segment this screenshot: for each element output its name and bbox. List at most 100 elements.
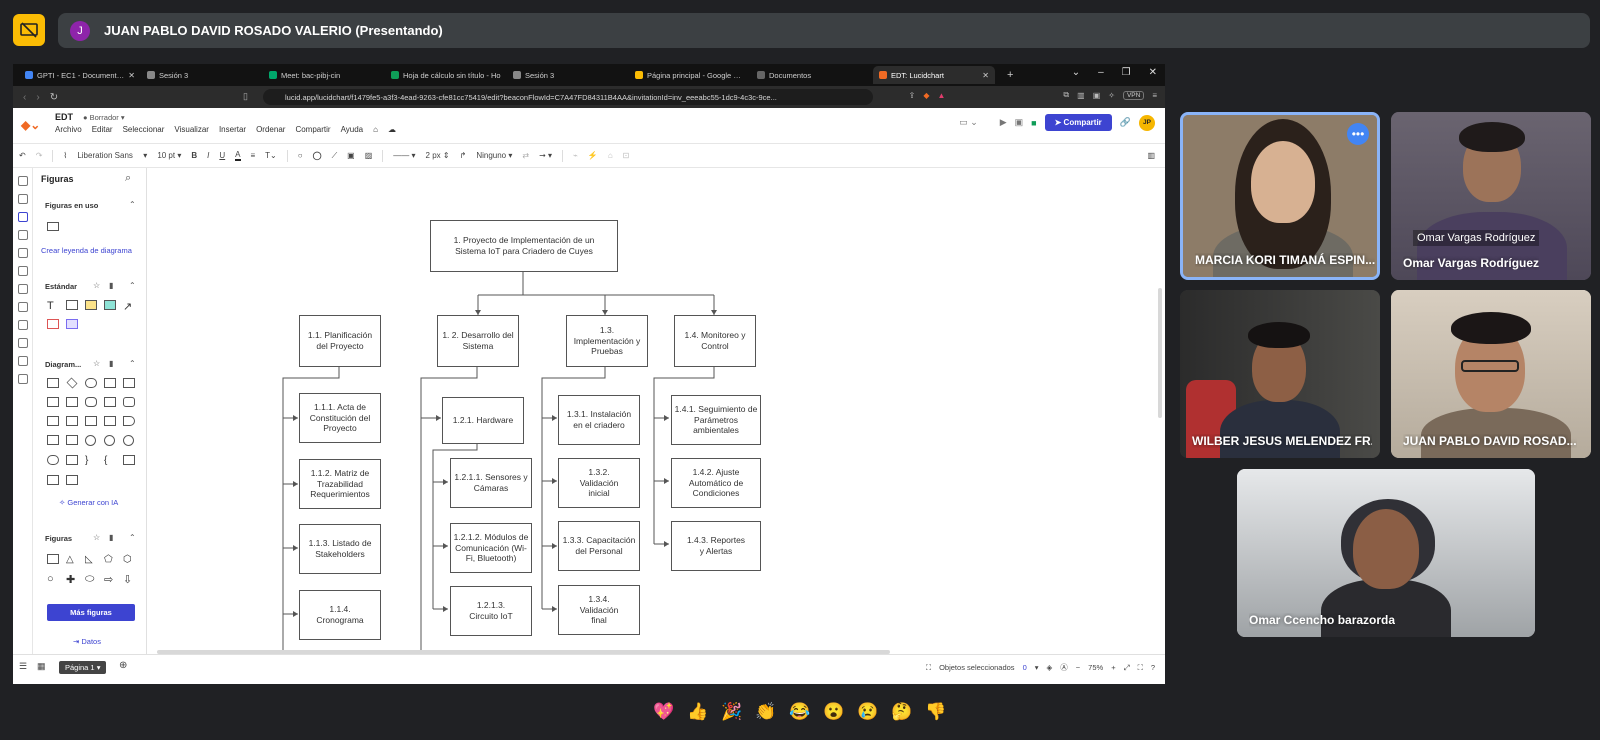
data-icon[interactable] bbox=[18, 266, 28, 276]
hexagon-icon[interactable]: ⬡ bbox=[123, 554, 136, 565]
minimize-icon[interactable]: – bbox=[1098, 67, 1104, 78]
stop-presenting-icon[interactable] bbox=[13, 14, 45, 46]
more-icon[interactable]: ⊡ bbox=[623, 151, 630, 160]
display-shape[interactable] bbox=[47, 455, 59, 465]
images-icon[interactable] bbox=[18, 248, 28, 258]
terminator-shape[interactable] bbox=[85, 378, 97, 388]
menu-seleccionar[interactable]: Seleccionar bbox=[123, 125, 165, 134]
brave-shield-icon[interactable]: ◆ bbox=[923, 91, 929, 100]
back-icon[interactable]: ‹ bbox=[23, 92, 26, 103]
browser-tab-active[interactable]: EDT: Lucidchart ✕ bbox=[873, 66, 995, 84]
line-style-select[interactable]: —— ▾ bbox=[393, 151, 415, 160]
wbs-node-1-2[interactable]: 1. 2. Desarrollo del Sistema bbox=[437, 315, 519, 367]
history-icon[interactable] bbox=[18, 356, 28, 366]
cross-icon[interactable]: ✚ bbox=[66, 573, 79, 586]
zoom-level[interactable]: 75% bbox=[1088, 663, 1103, 672]
annotation-shape[interactable]: { bbox=[104, 455, 117, 466]
menu-icon[interactable]: ≡ bbox=[1152, 91, 1157, 100]
wbs-node-1-1[interactable]: 1.1. Planificación del Proyecto bbox=[299, 315, 381, 367]
help-zoom-icon[interactable]: Ⓐ bbox=[1060, 662, 1068, 673]
participant-tile[interactable]: ••• MARCIA KORI TIMANÁ ESPIN... bbox=[1180, 112, 1380, 280]
browser-tab[interactable]: Hoja de cálculo sin título - Ho bbox=[385, 66, 507, 84]
generate-ai-link[interactable]: ✧ Generar con IA bbox=[59, 498, 118, 507]
close-tab-icon[interactable]: ✕ bbox=[128, 71, 135, 80]
stored-data-shape[interactable] bbox=[47, 416, 59, 426]
reaction-sad[interactable]: 😢 bbox=[856, 700, 880, 724]
square-shape[interactable] bbox=[47, 554, 59, 564]
connector-style-icon[interactable]: ↱ bbox=[460, 151, 467, 160]
wbs-node-1-4[interactable]: 1.4. Monitoreo y Control bbox=[674, 315, 756, 367]
list-view-icon[interactable]: ☰ bbox=[19, 661, 27, 672]
card-shape[interactable] bbox=[123, 455, 135, 465]
text-color-icon[interactable]: A bbox=[235, 150, 241, 161]
document-title[interactable]: EDT bbox=[55, 112, 73, 122]
star-icon[interactable]: ☆ bbox=[93, 359, 100, 368]
fill-color-icon[interactable]: ○ bbox=[298, 151, 303, 160]
browser-tab[interactable]: Documentos bbox=[751, 66, 873, 84]
manual-input-shape[interactable] bbox=[66, 397, 78, 407]
fullscreen-icon[interactable]: ⛶ bbox=[1138, 663, 1143, 673]
chevron-down-icon[interactable]: ▾ bbox=[1035, 663, 1039, 672]
wallet-icon[interactable]: ▣ bbox=[1093, 91, 1101, 100]
video-icon[interactable]: ▣ bbox=[1015, 117, 1024, 128]
menu-ayuda[interactable]: Ayuda bbox=[341, 125, 364, 134]
help-icon[interactable]: ? bbox=[1151, 663, 1155, 672]
close-window-icon[interactable]: ✕ bbox=[1149, 67, 1157, 78]
page-tab[interactable]: Página 1 ▾ bbox=[59, 661, 107, 674]
lock-icon[interactable]: ⌂ bbox=[608, 151, 613, 160]
font-family-select[interactable]: Liberation Sans ▾ bbox=[77, 151, 147, 160]
code-icon[interactable] bbox=[18, 320, 28, 330]
vertical-scrollbar[interactable] bbox=[1158, 288, 1162, 418]
trapezoid-shape[interactable] bbox=[104, 416, 116, 426]
comments-icon[interactable]: ▭ ⌄ bbox=[959, 117, 978, 128]
parallelogram-shape[interactable] bbox=[104, 397, 116, 407]
reaction-thumbs-up[interactable]: 👍 bbox=[686, 700, 710, 724]
chevron-up-icon[interactable]: ⌃ bbox=[129, 359, 136, 368]
gift-icon[interactable]: ⌂ bbox=[373, 125, 378, 134]
document-status[interactable]: ● Borrador ▾ bbox=[83, 113, 125, 122]
circle-icon[interactable]: ○ bbox=[47, 573, 60, 586]
chevron-up-icon[interactable]: ⌃ bbox=[129, 533, 136, 542]
wbs-node-1-1-1[interactable]: 1.1.1. Acta de Constitución del Proyecto bbox=[299, 393, 381, 443]
maximize-icon[interactable]: ❐ bbox=[1122, 67, 1131, 78]
circle-shape[interactable] bbox=[85, 435, 96, 446]
arrow-start-select[interactable]: Ninguno ▾ bbox=[476, 151, 512, 160]
underline-icon[interactable]: U bbox=[219, 151, 225, 160]
reaction-party[interactable]: 🎉 bbox=[720, 700, 744, 724]
ellipse-icon[interactable]: ⬭ bbox=[85, 573, 98, 586]
link-icon[interactable]: 🔗 bbox=[1120, 117, 1131, 128]
reaction-thinking[interactable]: 🤔 bbox=[890, 700, 914, 724]
link-tool-icon[interactable]: ⌁ bbox=[573, 151, 578, 160]
ai-icon[interactable] bbox=[18, 338, 28, 348]
wbs-node-1-1-2[interactable]: 1.1.2. Matriz de Trazabilidad Requerimie… bbox=[299, 459, 381, 509]
present-icon[interactable]: ▶ bbox=[1000, 117, 1007, 128]
reaction-laugh[interactable]: 😂 bbox=[788, 700, 812, 724]
wbs-node-1-3-4[interactable]: 1.3.4. Validación final bbox=[558, 585, 640, 635]
line-width-select[interactable]: 2 px ⇕ bbox=[426, 151, 450, 160]
vpn-button[interactable]: VPN bbox=[1122, 90, 1145, 100]
recent-shape-rect[interactable] bbox=[47, 222, 59, 231]
wbs-node-1-2-1-2[interactable]: 1.2.1.2. Módulos de Comunicación (Wi-Fi,… bbox=[450, 523, 532, 573]
url-field[interactable]: lucid.app/lucidchart/f1479fe5-a3f3-4ead-… bbox=[263, 89, 873, 105]
list-shape[interactable] bbox=[47, 319, 59, 329]
or-shape[interactable] bbox=[104, 435, 115, 446]
wbs-node-1-3[interactable]: 1.3. Implementación y Pruebas bbox=[566, 315, 648, 367]
search-shapes-icon[interactable] bbox=[18, 374, 28, 384]
italic-icon[interactable]: I bbox=[207, 151, 209, 160]
data-shape[interactable] bbox=[47, 397, 59, 407]
browser-tab[interactable]: Página principal - Google Driv bbox=[629, 66, 751, 84]
diagram-canvas[interactable]: 1. Proyecto de Implementación de un Sist… bbox=[147, 168, 1165, 654]
zoom-in-icon[interactable]: + bbox=[1111, 663, 1115, 672]
off-page-shape[interactable] bbox=[66, 455, 78, 465]
document-shape[interactable] bbox=[123, 378, 135, 388]
merge-shape[interactable] bbox=[47, 435, 59, 445]
text-shape[interactable]: T bbox=[47, 300, 60, 313]
delay-shape[interactable] bbox=[123, 416, 135, 426]
triangle-shape[interactable] bbox=[66, 435, 78, 445]
trash-icon[interactable]: ▮ bbox=[109, 359, 113, 368]
share-page-icon[interactable]: ⇪ bbox=[909, 91, 916, 100]
browser-tab[interactable]: GPTI - EC1 - Documentos ✕ bbox=[19, 66, 141, 84]
internal-storage-shape[interactable] bbox=[66, 416, 78, 426]
note-shape[interactable] bbox=[85, 300, 97, 310]
hotspot-shape[interactable] bbox=[104, 300, 116, 310]
